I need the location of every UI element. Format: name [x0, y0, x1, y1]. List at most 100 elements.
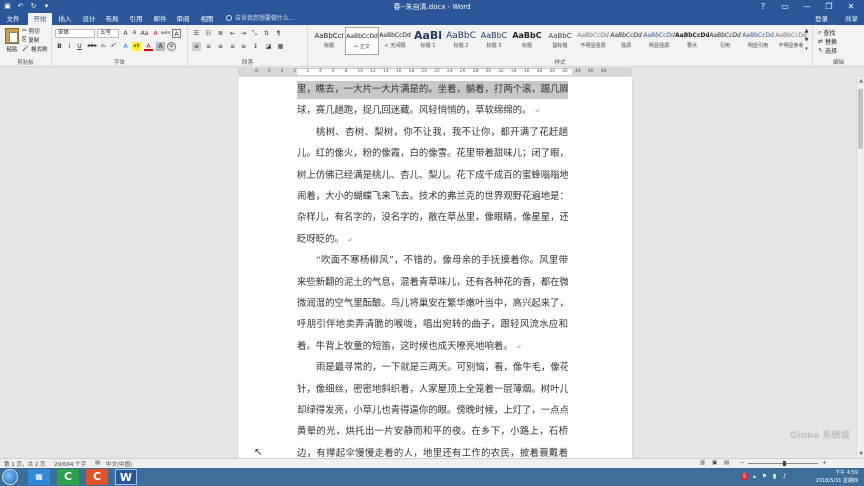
- find-button[interactable]: ⌕ 查找: [818, 28, 835, 38]
- sort-icon[interactable]: ⇅: [262, 29, 271, 38]
- vertical-scrollbar[interactable]: ▲ ▼: [856, 77, 864, 458]
- tab-1[interactable]: 开始: [28, 13, 52, 25]
- tab-4[interactable]: 布局: [101, 13, 123, 25]
- borders-icon[interactable]: ▦: [276, 42, 285, 51]
- page-count[interactable]: 第 1 页，共 2 页: [4, 460, 46, 468]
- style-item-10[interactable]: AaBbCcDd 明显强调: [642, 27, 676, 55]
- tab-6[interactable]: 邮件: [149, 13, 171, 25]
- document-line[interactable]: 着。牛背上牧童的短笛，这时候也成天嘹亮地响着。 ↵: [297, 338, 568, 356]
- style-item-1[interactable]: AaBbCcDd ↵ 正文: [345, 27, 379, 55]
- language-indicator[interactable]: 中文(中国): [106, 460, 132, 468]
- bullets-icon[interactable]: ☰: [192, 29, 201, 38]
- taskbar-explorer-icon[interactable]: ▦: [28, 469, 50, 485]
- styles-scroll-up-icon[interactable]: ▲: [802, 27, 811, 36]
- style-item-0[interactable]: AaBbCcI 标题: [312, 27, 346, 55]
- shading-icon[interactable]: ◪: [264, 42, 273, 51]
- format-painter-button[interactable]: 🖌 格式刷: [22, 45, 48, 53]
- change-case-button[interactable]: Aa: [140, 29, 149, 38]
- taskbar-orange-app-icon[interactable]: C: [86, 469, 108, 485]
- proofing-icon[interactable]: ▤: [95, 460, 100, 466]
- tab-8[interactable]: 视图: [196, 13, 218, 25]
- subscript-button[interactable]: x₂: [99, 42, 108, 51]
- document-line[interactable]: 却绿得发亮，小草儿也青得逼你的眼。傍晚时候，上灯了，一点点: [297, 402, 568, 420]
- document-line[interactable]: 微润湿的空气里酝酿。鸟儿将巢安在繁华嫩叶当中，高兴起来了，: [297, 295, 568, 313]
- scroll-up-icon[interactable]: ▲: [857, 78, 864, 84]
- copy-button[interactable]: ⎘ 复制: [22, 36, 39, 45]
- document-line[interactable]: 呼朋引伴地卖弄清脆的喉咙，唱出宛转的曲子，跟轻风流水应和: [297, 316, 568, 334]
- volume-icon[interactable]: ♪: [781, 473, 788, 480]
- tab-0[interactable]: 文件: [2, 13, 24, 25]
- font-name-select[interactable]: 宋体: [55, 29, 95, 38]
- scroll-down-icon[interactable]: ▼: [857, 451, 864, 457]
- align-right-icon[interactable]: ≡: [216, 42, 225, 51]
- zoom-in-button[interactable]: +: [822, 460, 827, 466]
- scrollbar-thumb[interactable]: [858, 89, 863, 149]
- flag-icon[interactable]: ⚑: [761, 473, 768, 480]
- read-mode-icon[interactable]: ▥: [700, 460, 705, 466]
- style-item-4[interactable]: AaBbC 标题 2: [444, 27, 478, 55]
- help-button[interactable]: ?: [752, 0, 774, 13]
- horizontal-ruler[interactable]: 8 6 4 2 2 4 6 8 10 12 14 16 18 20 22 24 26 28 30 32 34 36 38 40…: [238, 68, 632, 76]
- document-line[interactable]: 里，瞧去，一大片一大片满是的。坐着，躺着，打两个滚，踢几脚: [297, 81, 568, 99]
- char-border-button[interactable]: A: [172, 29, 181, 38]
- style-item-5[interactable]: AaBbC 标题 3: [477, 27, 511, 55]
- document-line[interactable]: 杂样儿，有名字的，没名字的，散在草丛里，像眼睛，像星星，还: [297, 209, 568, 227]
- restore-button[interactable]: ❐: [818, 0, 840, 13]
- style-item-6[interactable]: AaBbC 标题: [510, 27, 544, 55]
- network-icon[interactable]: ▮: [771, 473, 778, 480]
- close-button[interactable]: ✕: [840, 0, 862, 13]
- tab-7[interactable]: 审阅: [172, 13, 194, 25]
- clear-format-button[interactable]: A: [151, 29, 160, 38]
- document-line[interactable]: 球，赛几趟跑，捉几回迷藏。风轻悄悄的，草软绵绵的。 ↵: [297, 102, 568, 120]
- style-item-12[interactable]: AaBbCcDd 引用: [708, 27, 742, 55]
- document-line[interactable]: 闹着，大小的蝴蝶飞来飞去。技术的弗兰克的世界观野花遍地是：: [297, 188, 568, 206]
- multilevel-list-icon[interactable]: ≣: [216, 29, 225, 38]
- start-button[interactable]: [2, 469, 18, 485]
- tray-arrow-icon[interactable]: ▴: [751, 473, 758, 480]
- align-center-icon[interactable]: ≡: [204, 42, 213, 51]
- document-line[interactable]: 针，像细丝，密密地斜织着，人家屋顶上全笼着一层薄烟。树叶儿: [297, 381, 568, 399]
- style-item-13[interactable]: AaBbCcDd 明显引用: [741, 27, 775, 55]
- style-item-7[interactable]: AaBbC 副标题: [543, 27, 577, 55]
- document-line[interactable]: “吹面不寒杨柳风”，不错的，像母亲的手抚摸着你。风里带: [297, 252, 568, 270]
- taskbar-green-app-icon[interactable]: C: [57, 469, 79, 485]
- bold-button[interactable]: B: [55, 42, 64, 51]
- style-item-3[interactable]: AaBl 标题 1: [411, 27, 445, 55]
- replace-button[interactable]: ⇄ 替换: [818, 37, 837, 46]
- document-line[interactable]: 儿。红的像火，粉的像霞，白的像雪。花里带着甜味儿；闭了眼，: [297, 145, 568, 163]
- document-line[interactable]: 树上仿佛已经满是桃儿、杏儿、梨儿。花下成千成百的蜜蜂嗡嗡地: [297, 167, 568, 185]
- tell-me-box[interactable]: 告诉我您想要做什么...: [226, 13, 295, 25]
- document-page[interactable]: 里，瞧去，一大片一大片满是的。坐着，躺着，打两个滚，踢几脚 球，赛几趟跑，捉几回迷…: [238, 77, 632, 458]
- paste-button[interactable]: 粘贴: [3, 28, 21, 53]
- strikethrough-button[interactable]: abc: [86, 42, 98, 51]
- document-line[interactable]: 黄晕的光，烘托出一片安静而和平的夜。在乡下，小路上，石桥: [297, 423, 568, 441]
- ime-icon[interactable]: S: [741, 473, 748, 480]
- enclose-char-button[interactable]: 字: [167, 42, 176, 51]
- shrink-font-button[interactable]: A: [130, 29, 139, 38]
- font-color-button[interactable]: A: [144, 42, 153, 51]
- text-effects-button[interactable]: A: [121, 42, 130, 51]
- underline-button[interactable]: U: [75, 42, 84, 51]
- web-layout-icon[interactable]: ▤: [724, 460, 729, 466]
- superscript-button[interactable]: x²: [109, 42, 118, 51]
- clock[interactable]: 下午 4:59 2018/5/31 星期四: [816, 469, 858, 485]
- grow-font-button[interactable]: A: [121, 29, 130, 38]
- minimize-button[interactable]: —: [796, 0, 818, 13]
- distributed-icon[interactable]: ≡: [239, 42, 248, 51]
- style-item-11[interactable]: AaBbCcDd 要点: [675, 27, 709, 55]
- cut-button[interactable]: ✂ 剪切: [22, 27, 40, 35]
- document-line[interactable]: 边，有撑起伞慢慢走着的人，地里还有工作的农民，披着蓑戴着: [297, 445, 568, 458]
- print-layout-icon[interactable]: ▣: [712, 460, 717, 466]
- italic-button[interactable]: I: [65, 42, 74, 51]
- style-item-8[interactable]: AaBbCcDd 不明显强调: [576, 27, 610, 55]
- chinese-layout-icon[interactable]: ⤡: [250, 29, 259, 38]
- numbering-icon[interactable]: ☷: [204, 29, 213, 38]
- styles-more-icon[interactable]: ▾: [802, 45, 811, 54]
- styles-scroll-down-icon[interactable]: ▼: [802, 36, 811, 45]
- ribbon-display-button[interactable]: ▭: [774, 0, 796, 13]
- document-line[interactable]: 眨呀眨的。 ↵: [297, 231, 568, 249]
- show-marks-icon[interactable]: ¶: [274, 29, 283, 38]
- font-size-select[interactable]: 五号: [97, 29, 119, 38]
- justify-icon[interactable]: ≡: [228, 42, 237, 51]
- phonetic-guide-button[interactable]: wén: [161, 29, 170, 38]
